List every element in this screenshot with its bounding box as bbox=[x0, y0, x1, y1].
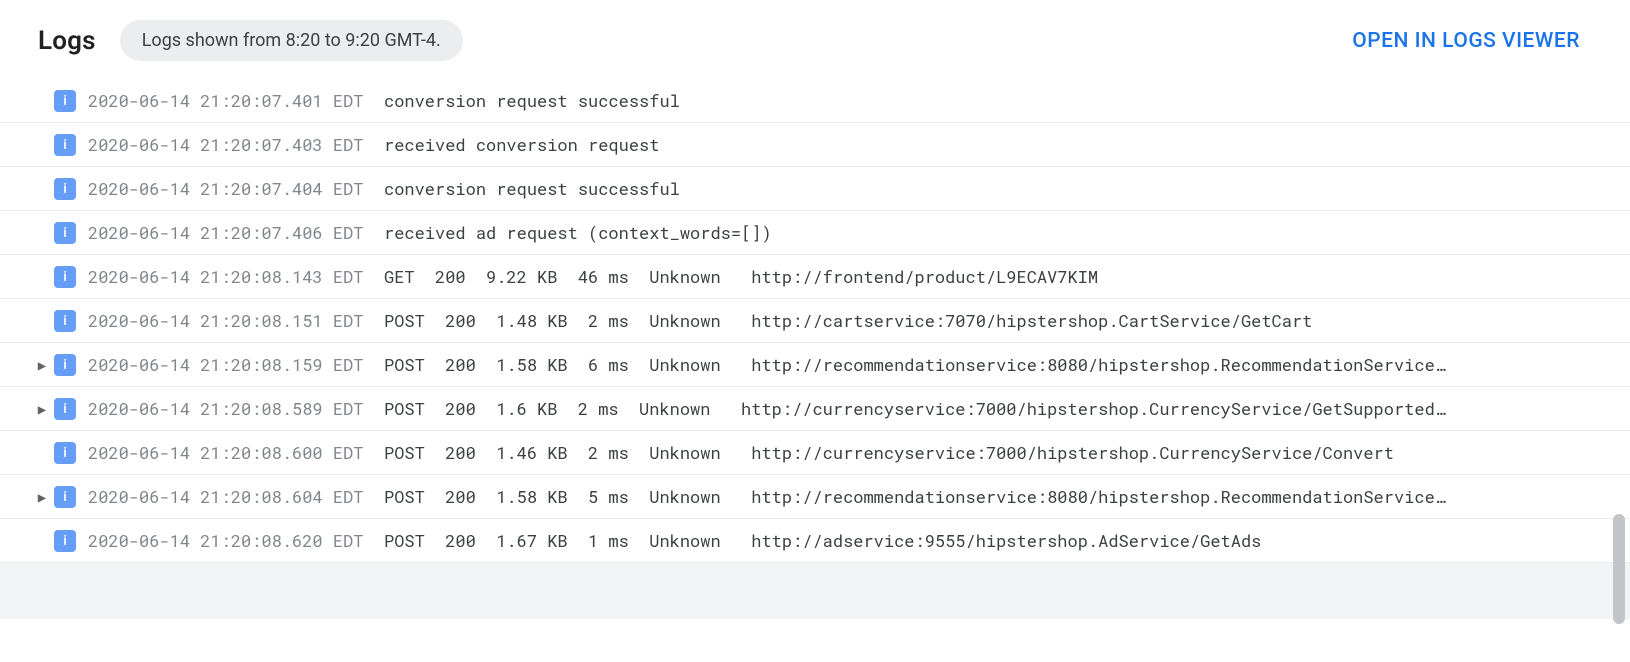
info-icon: i bbox=[54, 222, 76, 244]
log-message: POST 200 1.48 KB 2 ms Unknown http://car… bbox=[384, 309, 1600, 332]
severity-cell: i bbox=[54, 530, 84, 552]
severity-cell: i bbox=[54, 354, 84, 376]
severity-cell: i bbox=[54, 310, 84, 332]
log-row[interactable]: i 2020-06-14 21:20:08.151 EDTPOST 200 1.4… bbox=[0, 299, 1630, 343]
log-timestamp: 2020-06-14 21:20:08.600 EDT bbox=[84, 441, 384, 464]
severity-cell: i bbox=[54, 486, 84, 508]
info-icon: i bbox=[54, 178, 76, 200]
log-message: GET 200 9.22 KB 46 ms Unknown http://fro… bbox=[384, 265, 1600, 288]
log-timestamp: 2020-06-14 21:20:08.620 EDT bbox=[84, 529, 384, 552]
severity-cell: i bbox=[54, 178, 84, 200]
chevron-right-icon: ▶ bbox=[38, 487, 46, 506]
expand-toggle[interactable]: ▶ bbox=[30, 399, 54, 418]
info-icon: i bbox=[54, 134, 76, 156]
log-timestamp: 2020-06-14 21:20:08.589 EDT bbox=[84, 397, 384, 420]
logs-header: Logs Logs shown from 8:20 to 9:20 GMT-4.… bbox=[0, 0, 1630, 79]
log-message: POST 200 1.46 KB 2 ms Unknown http://cur… bbox=[384, 441, 1600, 464]
info-icon: i bbox=[54, 530, 76, 552]
log-message: conversion request successful bbox=[384, 89, 1600, 112]
log-table: i2020-06-14 21:20:07.401 EDTconversion r… bbox=[0, 79, 1630, 563]
log-message: conversion request successful bbox=[384, 177, 1600, 200]
severity-cell: i bbox=[54, 222, 84, 244]
severity-cell: i bbox=[54, 442, 84, 464]
open-in-logs-viewer-link[interactable]: OPEN IN LOGS VIEWER bbox=[1340, 23, 1592, 59]
expand-toggle[interactable]: ▶ bbox=[30, 355, 54, 374]
log-message: POST 200 1.58 KB 6 ms Unknown http://rec… bbox=[384, 353, 1600, 376]
info-icon: i bbox=[54, 486, 76, 508]
scrollbar-track[interactable] bbox=[1614, 4, 1628, 658]
severity-cell: i bbox=[54, 266, 84, 288]
log-row[interactable]: i 2020-06-14 21:20:08.620 EDTPOST 200 1.6… bbox=[0, 519, 1630, 563]
log-timestamp: 2020-06-14 21:20:08.604 EDT bbox=[84, 485, 384, 508]
log-timestamp: 2020-06-14 21:20:07.406 EDT bbox=[84, 221, 384, 244]
scrollbar-thumb[interactable] bbox=[1613, 514, 1625, 624]
chevron-right-icon: ▶ bbox=[38, 399, 46, 418]
log-timestamp: 2020-06-14 21:20:07.404 EDT bbox=[84, 177, 384, 200]
info-icon: i bbox=[54, 90, 76, 112]
log-timestamp: 2020-06-14 21:20:08.143 EDT bbox=[84, 265, 384, 288]
time-range-pill: Logs shown from 8:20 to 9:20 GMT-4. bbox=[120, 20, 463, 61]
info-icon: i bbox=[54, 266, 76, 288]
log-row[interactable]: i 2020-06-14 21:20:08.600 EDTPOST 200 1.4… bbox=[0, 431, 1630, 475]
log-row[interactable]: i 2020-06-14 21:20:08.143 EDTGET 200 9.22… bbox=[0, 255, 1630, 299]
log-message: received conversion request bbox=[384, 133, 1600, 156]
log-timestamp: 2020-06-14 21:20:07.401 EDT bbox=[84, 89, 384, 112]
expand-toggle[interactable]: ▶ bbox=[30, 487, 54, 506]
log-message: POST 200 1.58 KB 5 ms Unknown http://rec… bbox=[384, 485, 1600, 508]
severity-cell: i bbox=[54, 398, 84, 420]
log-timestamp: 2020-06-14 21:20:08.159 EDT bbox=[84, 353, 384, 376]
info-icon: i bbox=[54, 354, 76, 376]
log-timestamp: 2020-06-14 21:20:08.151 EDT bbox=[84, 309, 384, 332]
log-row[interactable]: i 2020-06-14 21:20:07.403 EDTreceived con… bbox=[0, 123, 1630, 167]
log-row[interactable]: ▶ i 2020-06-14 21:20:08.159 EDTPOST 200 1.… bbox=[0, 343, 1630, 387]
log-row[interactable]: i 2020-06-14 21:20:07.404 EDTconversion r… bbox=[0, 167, 1630, 211]
log-message: POST 200 1.6 KB 2 ms Unknown http://curr… bbox=[384, 397, 1600, 420]
panel-footer-space bbox=[0, 563, 1630, 619]
log-row[interactable]: i 2020-06-14 21:20:07.401 EDTconversion r… bbox=[0, 79, 1630, 123]
chevron-right-icon: ▶ bbox=[38, 355, 46, 374]
info-icon: i bbox=[54, 310, 76, 332]
info-icon: i bbox=[54, 398, 76, 420]
log-message: POST 200 1.67 KB 1 ms Unknown http://ads… bbox=[384, 529, 1600, 552]
logs-panel: Logs Logs shown from 8:20 to 9:20 GMT-4.… bbox=[0, 0, 1630, 662]
log-row[interactable]: ▶ i 2020-06-14 21:20:08.589 EDTPOST 200 1.… bbox=[0, 387, 1630, 431]
log-row[interactable]: i 2020-06-14 21:20:07.406 EDTreceived ad … bbox=[0, 211, 1630, 255]
panel-title: Logs bbox=[38, 26, 96, 56]
log-message: received ad request (context_words=[]) bbox=[384, 221, 1600, 244]
log-row[interactable]: ▶ i 2020-06-14 21:20:08.604 EDTPOST 200 1.… bbox=[0, 475, 1630, 519]
info-icon: i bbox=[54, 442, 76, 464]
severity-cell: i bbox=[54, 134, 84, 156]
severity-cell: i bbox=[54, 90, 84, 112]
log-timestamp: 2020-06-14 21:20:07.403 EDT bbox=[84, 133, 384, 156]
